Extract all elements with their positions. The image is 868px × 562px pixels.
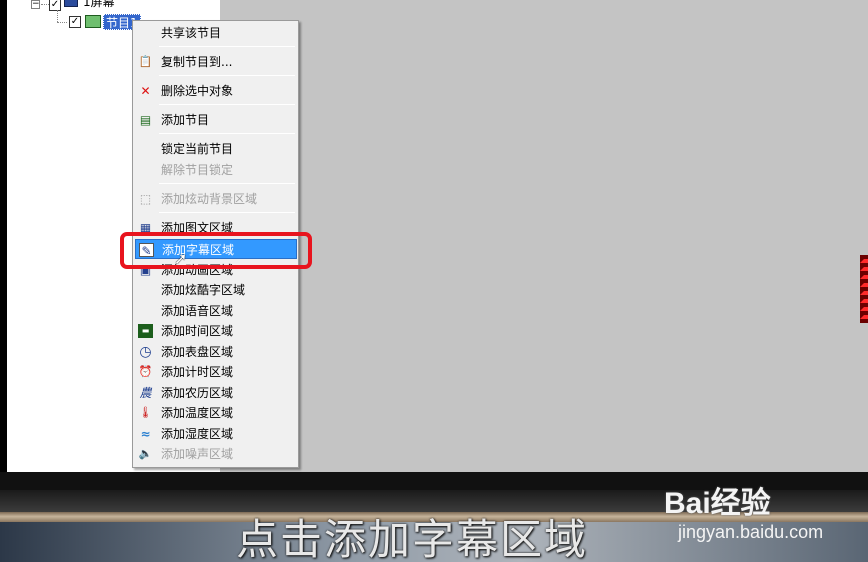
menu-item-label: 添加炫动背景区域 [161,192,258,206]
menu-item-label: 解除节目锁定 [161,163,234,177]
delete-x-icon: ✕ [140,84,151,98]
menu-separator [159,46,295,47]
menu-item-label: 添加表盘区域 [161,345,234,359]
baidu-jingyan-logo: Bai经验 [664,487,771,520]
alarm-clock-icon: ⏰ [138,365,153,378]
clock-dial-icon: ◷ [139,344,152,360]
menu-separator [159,212,295,213]
menu-item-unlock-program[interactable]: 解除节目锁定 [135,160,297,180]
menu-item-add-lunar[interactable]: 農 添加农历区域 [135,383,297,403]
menu-item-label: 添加温度区域 [161,406,234,420]
menu-item-label: 添加语音区域 [161,304,234,318]
menu-item-add-timer[interactable]: ⏰ 添加计时区域 [135,362,297,382]
program-icon [85,15,101,28]
collapse-icon[interactable]: − [31,0,40,9]
menu-item-label: 添加节目 [161,113,210,127]
program-checkbox[interactable]: ✓ [69,16,81,28]
tree-item-screen[interactable]: 1屏幕 [83,0,115,10]
tree-connector [41,4,49,5]
menu-item-add-program[interactable]: ▤ 添加节目 [135,110,297,130]
screen-icon [64,0,78,7]
thermometer-icon: 🌡 [138,406,153,419]
editing-canvas[interactable] [220,0,868,472]
menu-item-delete-selected[interactable]: ✕ 删除选中对象 [135,81,297,101]
menu-item-add-voice[interactable]: 添加语音区域 [135,301,297,321]
menu-item-add-time[interactable]: ▬ 添加时间区域 [135,321,297,341]
menu-item-label: 锁定当前节目 [161,142,234,156]
menu-item-add-dial[interactable]: ◷ 添加表盘区域 [135,342,297,362]
copy-icon: 📋 [138,55,153,68]
menu-item-label: 添加炫酷字区域 [161,283,246,297]
menu-item-add-humidity[interactable]: ≈ 添加湿度区域 [135,424,297,444]
menu-item-share-program[interactable]: 共享该节目 [135,23,297,43]
menu-item-label: 添加时间区域 [161,324,234,338]
mouse-cursor-icon: ➚ [174,249,188,268]
menu-separator [159,75,295,76]
menu-item-label: 添加噪声区域 [161,447,234,461]
menu-separator [159,183,295,184]
menu-separator [159,133,295,134]
speaker-icon: 🔈 [138,447,153,460]
menu-item-copy-program[interactable]: 📋 复制节目到... [135,52,297,72]
screen-checkbox[interactable]: ✓ [49,0,61,11]
lunar-icon: 農 [139,386,152,400]
menu-item-add-noise[interactable]: 🔈 添加噪声区域 [135,444,297,464]
digital-clock-icon: ▬ [138,324,153,338]
menu-item-label: 复制节目到... [161,55,233,69]
video-caption: 点击添加字幕区域 [236,515,589,562]
tree-connector [57,10,58,22]
menu-item-add-dynamic-bg[interactable]: ⬚ 添加炫动背景区域 [135,189,297,209]
menu-item-label: 删除选中对象 [161,84,234,98]
program-icon: ▤ [139,113,152,127]
menu-item-label: 添加湿度区域 [161,427,234,441]
watermark-url: jingyan.baidu.com [678,522,824,542]
menu-item-add-temperature[interactable]: 🌡 添加温度区域 [135,403,297,423]
menu-item-label: 共享该节目 [161,26,222,40]
menu-item-lock-program[interactable]: 锁定当前节目 [135,139,297,159]
menu-item-label: 添加农历区域 [161,386,234,400]
tree-connector [57,22,67,23]
dashed-rect-icon: ⬚ [139,192,152,206]
menu-separator [159,104,295,105]
menu-item-add-cool-text[interactable]: 添加炫酷字区域 [135,280,297,300]
humidity-icon: ≈ [140,427,151,441]
menu-item-label: 添加计时区域 [161,365,234,379]
canvas-edge-handle[interactable] [860,255,868,323]
red-highlight-annotation [120,232,312,269]
